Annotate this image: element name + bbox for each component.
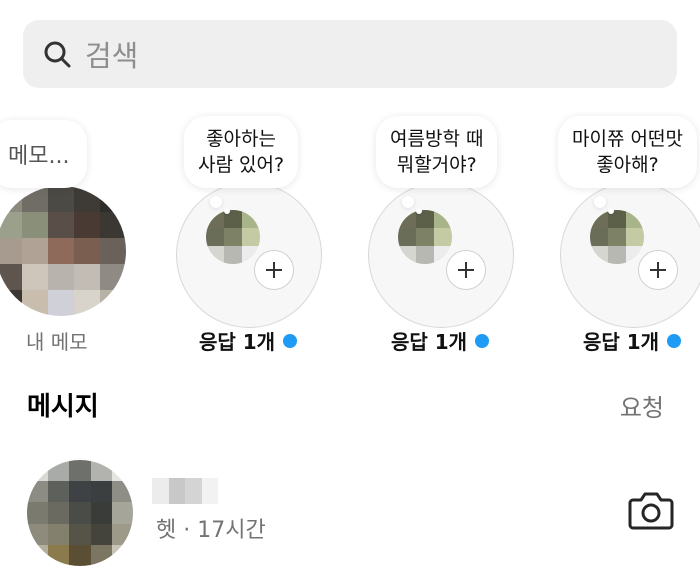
avatar[interactable] — [27, 460, 133, 566]
note-item[interactable]: 좋아하는 사람 있어? 응답 1개 — [174, 100, 324, 360]
note-reply-count: 응답 1개 — [148, 326, 348, 355]
unread-dot-icon — [667, 333, 682, 348]
requests-link[interactable]: 요청 — [620, 388, 664, 423]
bubble-tail — [594, 196, 606, 208]
note-item[interactable]: 마이쮸 어떤맛 좋아해? 응답 1개 — [558, 100, 700, 360]
add-reply-button[interactable] — [254, 250, 294, 290]
search-icon — [44, 41, 71, 68]
reply-count-text: 응답 1개 — [390, 330, 468, 354]
note-text-line1: 여름방학 때 — [390, 128, 484, 150]
bubble-tail — [402, 196, 414, 208]
note-bubble[interactable]: 여름방학 때 뭐할거야? — [376, 116, 498, 188]
note-text-line2: 사람 있어? — [198, 154, 285, 176]
note-text-line2: 뭐할거야? — [396, 154, 477, 176]
my-avatar[interactable] — [0, 186, 126, 316]
note-avatar — [590, 210, 644, 264]
reply-count-text: 응답 1개 — [198, 330, 276, 354]
plus-icon — [458, 262, 474, 278]
unread-dot-icon — [475, 333, 490, 348]
note-item[interactable]: 여름방학 때 뭐할거야? 응답 1개 — [366, 100, 516, 360]
note-text-line1: 좋아하는 — [206, 128, 276, 150]
bubble-tail — [224, 208, 230, 214]
bubble-tail — [608, 208, 614, 214]
plus-icon — [266, 262, 282, 278]
bubble-tail — [210, 196, 222, 208]
search-bar[interactable]: 검색 — [23, 20, 677, 88]
conversation-name-redacted — [152, 478, 218, 504]
my-note-label: 내 메모 — [26, 330, 88, 354]
my-note-bubble[interactable]: 메모... — [0, 120, 88, 188]
note-reply-count: 응답 1개 — [532, 326, 700, 355]
note-bubble[interactable]: 마이쮸 어떤맛 좋아해? — [558, 116, 697, 188]
note-avatar — [206, 210, 260, 264]
add-reply-button[interactable] — [446, 250, 486, 290]
conversation-row[interactable]: 헷 · 17시간 — [0, 448, 700, 572]
search-input[interactable]: 검색 — [85, 20, 138, 88]
messages-title: 메시지 — [27, 392, 99, 422]
add-reply-button[interactable] — [638, 250, 678, 290]
note-avatar — [398, 210, 452, 264]
bubble-tail — [416, 208, 422, 214]
notes-row: 메모... 내 메모 좋아하는 사람 있어? 응답 1개 여름방학 때 뭐할거야… — [0, 100, 700, 360]
conversation-preview: 헷 · 17시간 — [156, 518, 266, 543]
unread-dot-icon — [283, 333, 298, 348]
reply-count-text: 응답 1개 — [582, 330, 660, 354]
note-text-line2: 좋아해? — [596, 154, 659, 176]
plus-icon — [650, 262, 666, 278]
note-text-line1: 마이쮸 어떤맛 — [572, 128, 683, 150]
camera-icon[interactable] — [628, 490, 674, 532]
note-reply-count: 응답 1개 — [340, 326, 540, 355]
note-bubble[interactable]: 좋아하는 사람 있어? — [184, 116, 299, 188]
